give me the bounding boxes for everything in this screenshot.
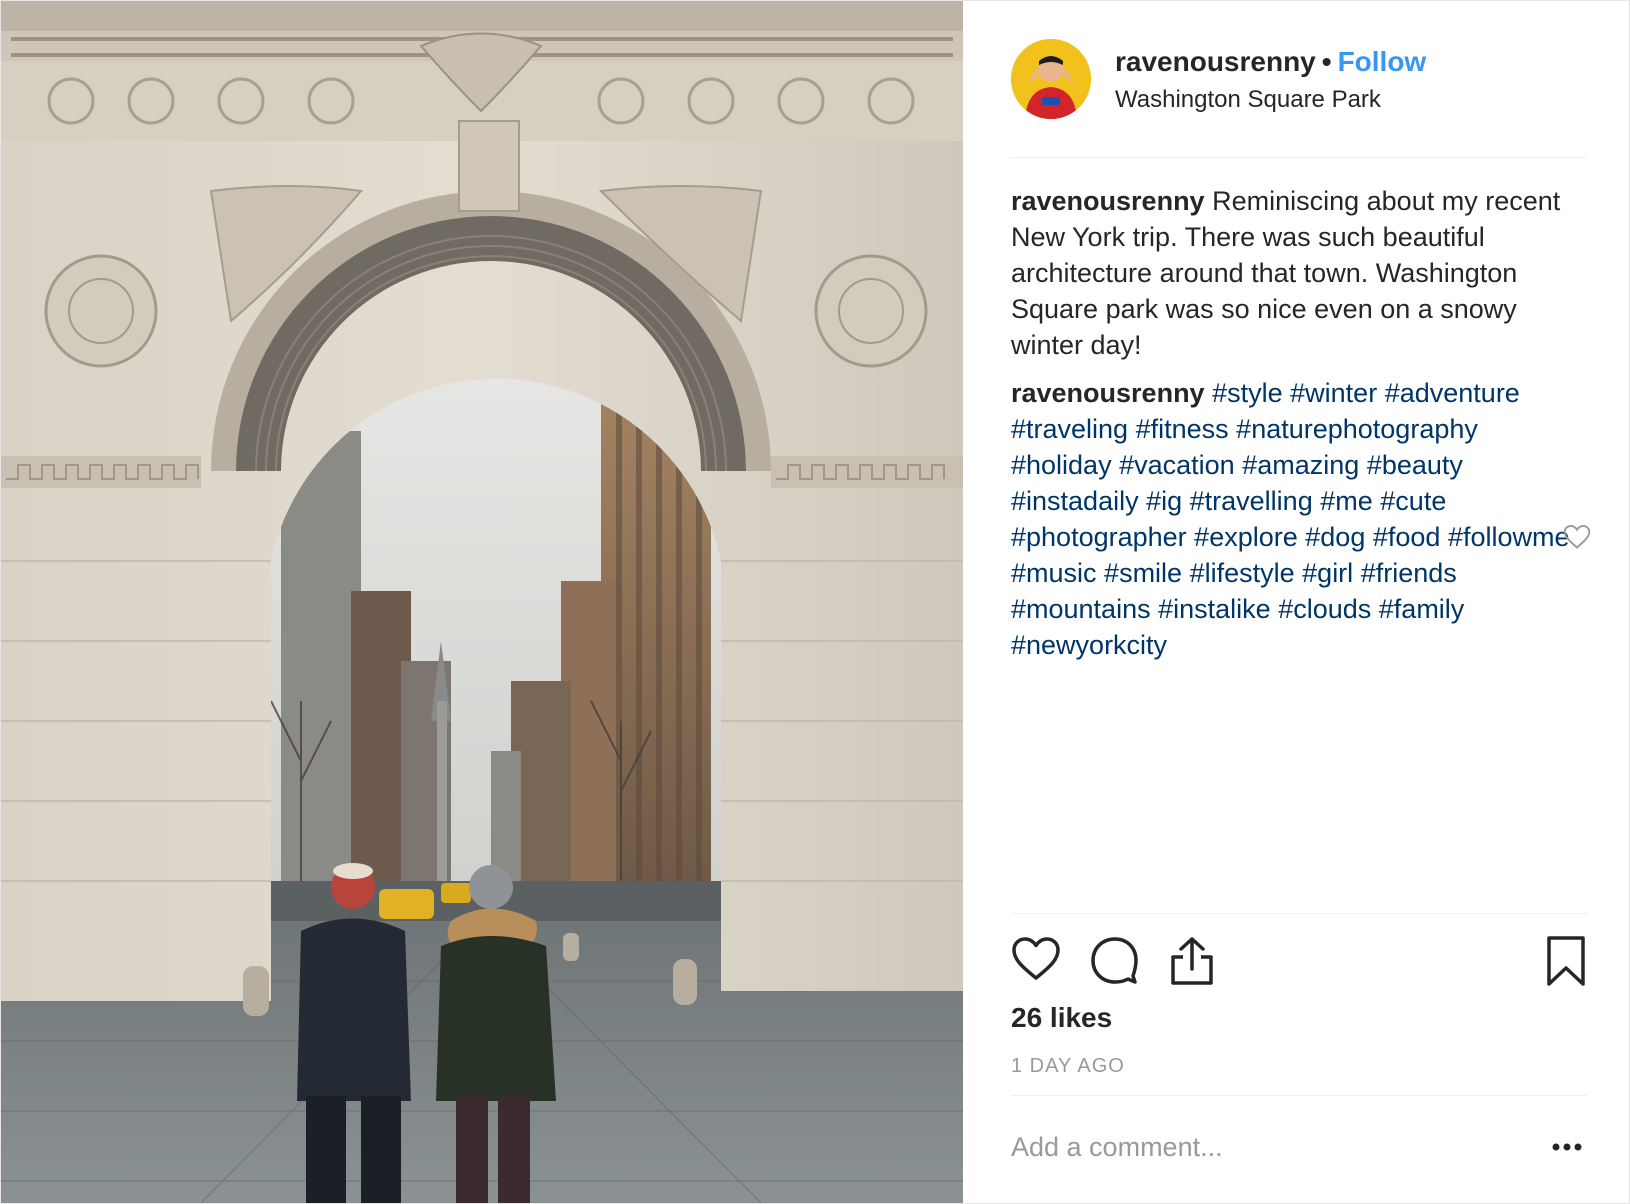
hashtag-link[interactable]: #friends <box>1361 558 1457 588</box>
hashtag-list: #style #winter #adventure #traveling #fi… <box>1011 378 1570 660</box>
post-photo[interactable] <box>1 1 963 1203</box>
hashtag-link[interactable]: #mountains <box>1011 594 1151 624</box>
comments-section: ravenousrenny Reminiscing about my recen… <box>1011 183 1571 675</box>
add-comment-input[interactable] <box>1011 1125 1511 1169</box>
instagram-post-modal: ravenousrenny • Follow Washington Square P… <box>0 0 1630 1204</box>
action-bar <box>1011 935 1587 993</box>
comment-icon[interactable] <box>1089 935 1139 985</box>
header-separator: • <box>1321 46 1332 77</box>
hashtag-link[interactable]: #fitness <box>1136 414 1229 444</box>
hashtag-link[interactable]: #lifestyle <box>1190 558 1295 588</box>
hashtag-link[interactable]: #beauty <box>1367 450 1463 480</box>
hashtag-link[interactable]: #cute <box>1380 486 1446 516</box>
hashtag-link[interactable]: #dog <box>1305 522 1365 552</box>
location-link[interactable]: Washington Square Park <box>1115 85 1381 115</box>
hashtag-link[interactable]: #travelling <box>1190 486 1313 516</box>
post-timestamp[interactable]: 1 DAY AGO <box>1011 1053 1125 1079</box>
hashtag-link[interactable]: #ig <box>1146 486 1182 516</box>
hashtag-link[interactable]: #instalike <box>1158 594 1271 624</box>
hashtag-link[interactable]: #amazing <box>1242 450 1359 480</box>
hashtag-comment: ravenousrenny #style #winter #adventure … <box>1011 375 1571 663</box>
hashtag-comment-username[interactable]: ravenousrenny <box>1011 378 1205 408</box>
hashtag-link[interactable]: #food <box>1373 522 1441 552</box>
share-icon[interactable] <box>1167 935 1217 987</box>
hashtag-link[interactable]: #traveling <box>1011 414 1128 444</box>
hashtag-link[interactable]: #photographer <box>1011 522 1187 552</box>
header-username[interactable]: ravenousrenny <box>1115 46 1316 77</box>
actions-divider <box>1011 913 1587 914</box>
avatar-icon <box>1011 39 1091 119</box>
like-comment-heart-icon[interactable] <box>1563 524 1591 550</box>
post-details-panel: ravenousrenny • Follow Washington Square P… <box>963 1 1629 1203</box>
hashtag-link[interactable]: #style <box>1212 378 1283 408</box>
header-username-row: ravenousrenny • Follow <box>1115 45 1426 79</box>
hashtag-link[interactable]: #explore <box>1194 522 1298 552</box>
post-header: ravenousrenny • Follow Washington Square P… <box>1011 39 1587 121</box>
hashtag-link[interactable]: #winter <box>1290 378 1377 408</box>
hashtag-link[interactable]: #vacation <box>1119 450 1235 480</box>
caption-username[interactable]: ravenousrenny <box>1011 186 1205 216</box>
comment-divider <box>1011 1095 1587 1096</box>
hashtag-link[interactable]: #holiday <box>1011 450 1112 480</box>
hashtag-link[interactable]: #naturephotography <box>1236 414 1478 444</box>
hashtag-link[interactable]: #girl <box>1302 558 1353 588</box>
hashtag-link[interactable]: #music <box>1011 558 1097 588</box>
heart-icon[interactable] <box>1011 935 1061 983</box>
hashtag-link[interactable]: #adventure <box>1385 378 1520 408</box>
likes-count[interactable]: 26 likes <box>1011 1001 1112 1035</box>
follow-button[interactable]: Follow <box>1338 46 1427 77</box>
hashtag-link[interactable]: #smile <box>1104 558 1182 588</box>
hashtag-link[interactable]: #newyorkcity <box>1011 630 1167 660</box>
bookmark-icon[interactable] <box>1545 935 1587 987</box>
hashtag-link[interactable]: #family <box>1379 594 1465 624</box>
user-avatar[interactable] <box>1011 39 1091 119</box>
more-options-icon[interactable] <box>1547 1129 1587 1165</box>
header-divider <box>1011 157 1587 158</box>
hashtag-link[interactable]: #instadaily <box>1011 486 1139 516</box>
hashtag-link[interactable]: #clouds <box>1278 594 1371 624</box>
arch-photo-illustration <box>1 1 963 1203</box>
hashtag-link[interactable]: #followme <box>1448 522 1570 552</box>
caption-comment: ravenousrenny Reminiscing about my recen… <box>1011 183 1571 363</box>
hashtag-link[interactable]: #me <box>1320 486 1373 516</box>
